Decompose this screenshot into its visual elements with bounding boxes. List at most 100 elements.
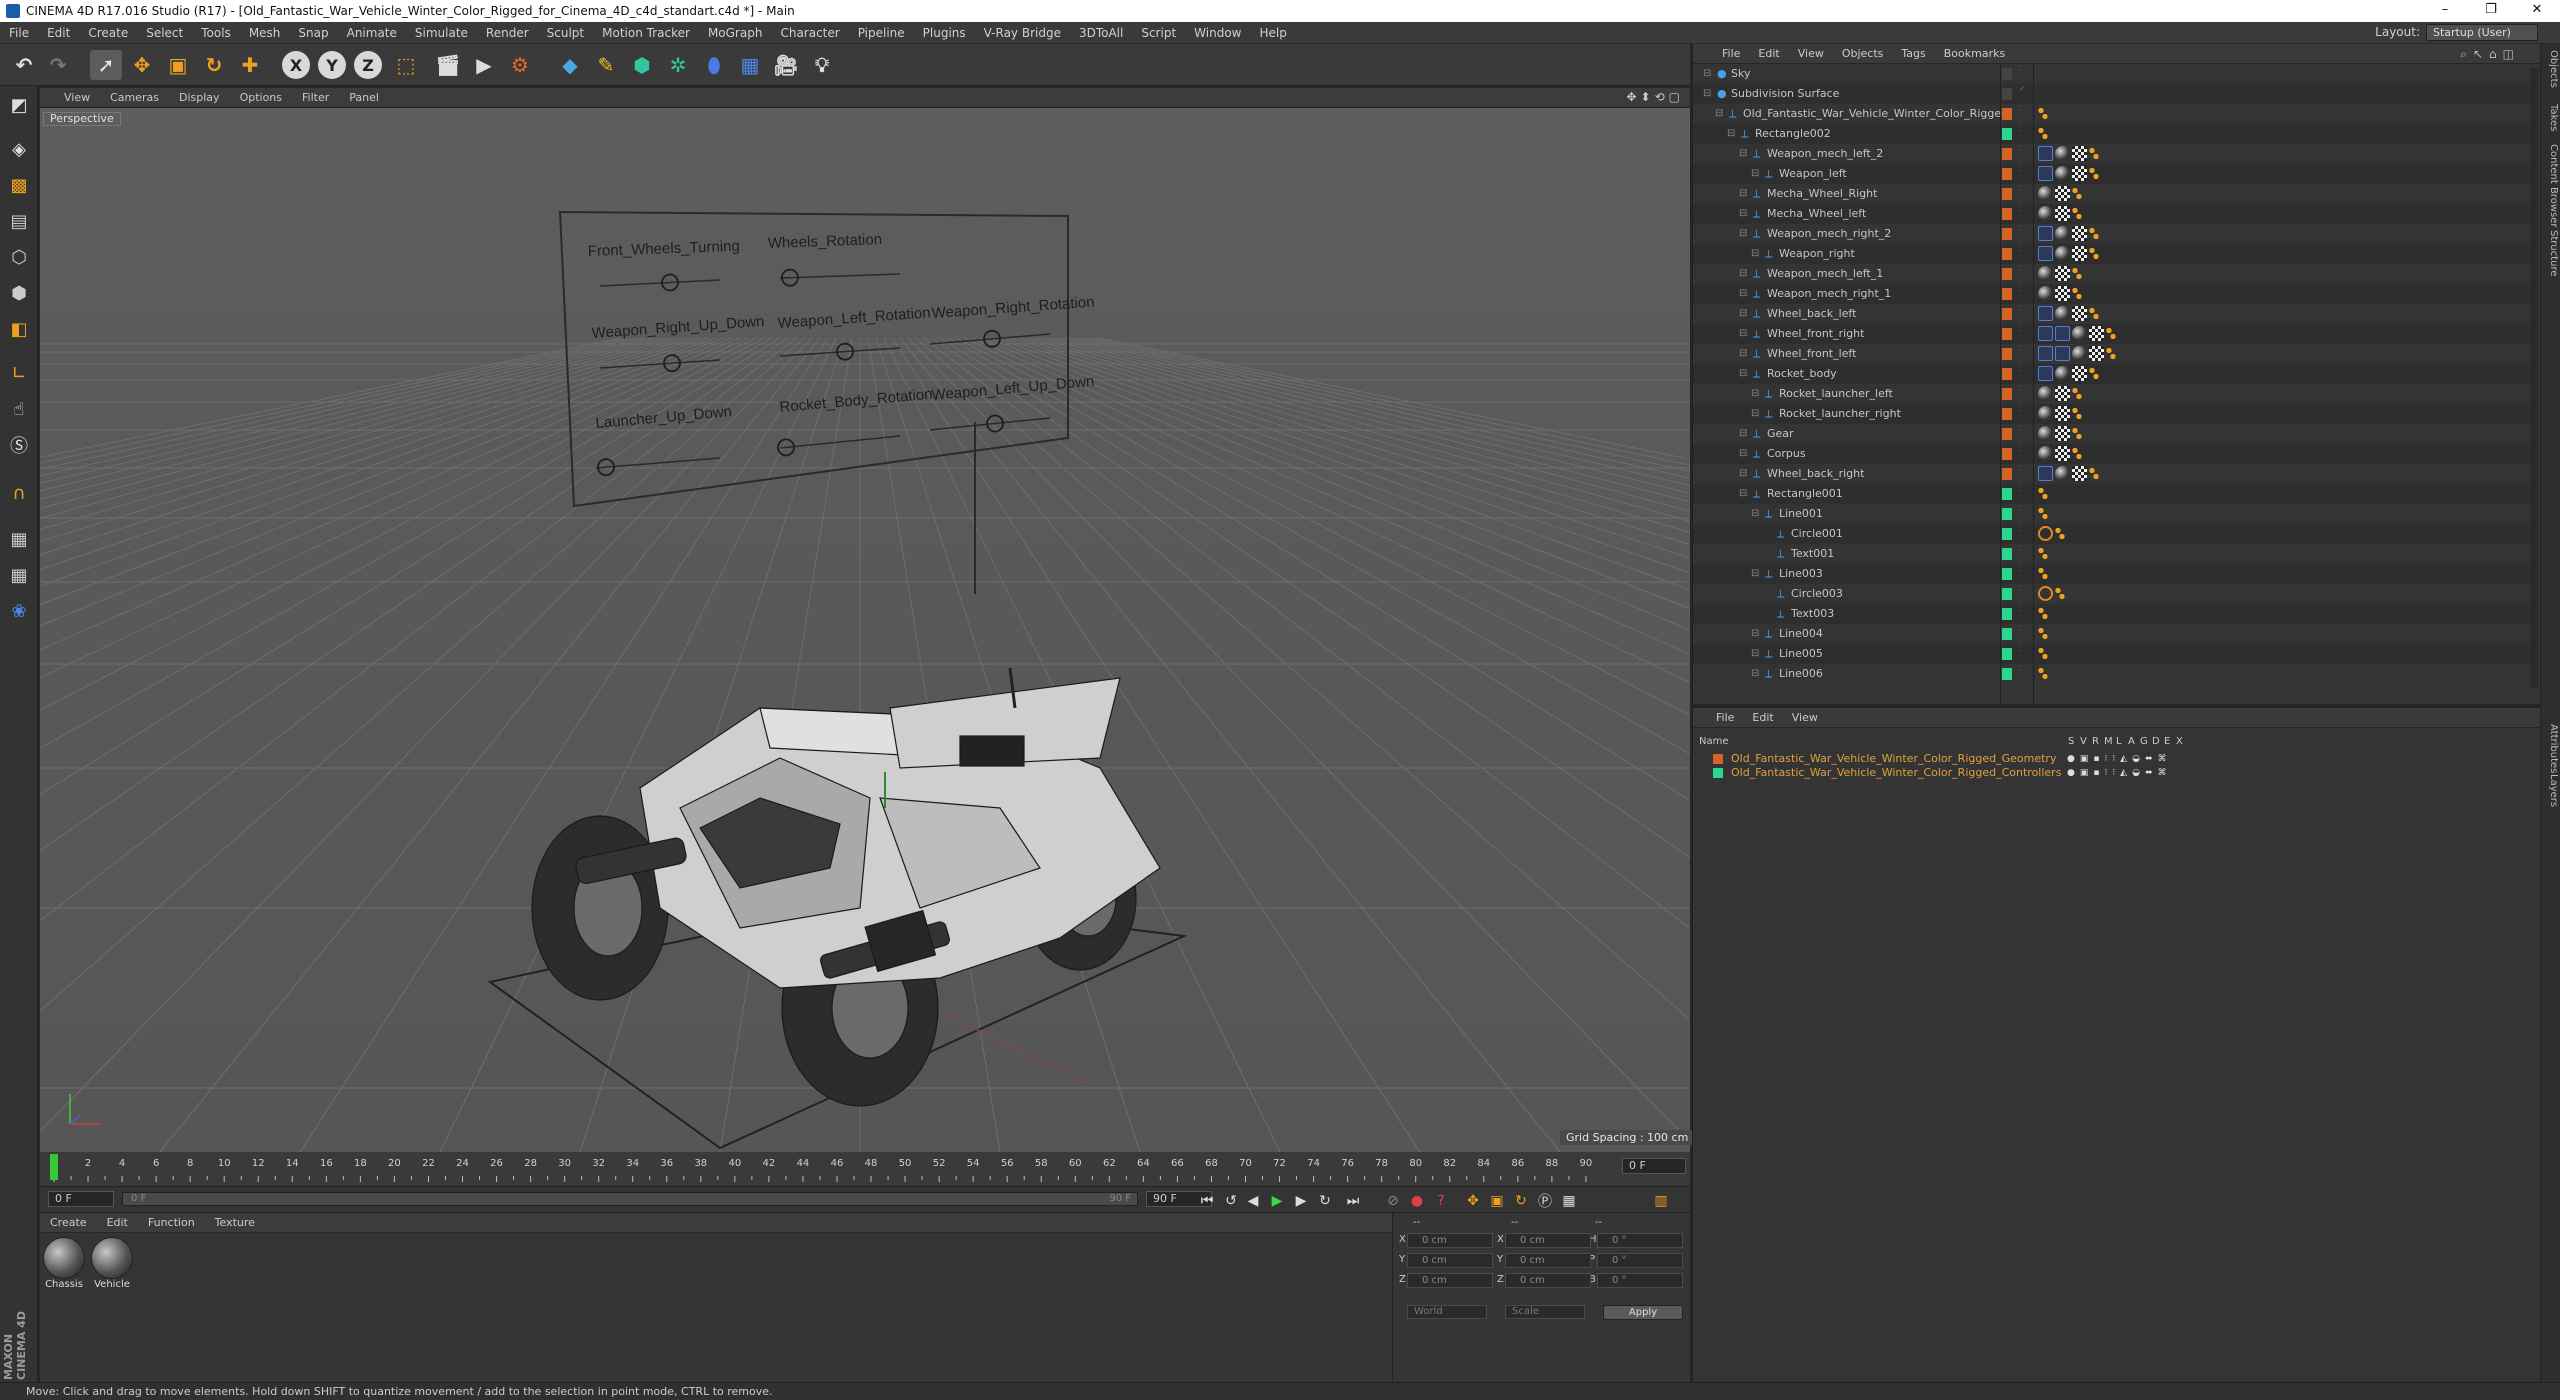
coord-value-field[interactable]: 0 °	[1597, 1233, 1683, 1248]
menu-pipeline[interactable]: Pipeline	[849, 26, 914, 40]
uvw-tag-icon[interactable]	[2072, 466, 2087, 481]
uvw-tag-icon[interactable]	[2072, 366, 2087, 381]
material-tag-icon[interactable]	[2038, 406, 2053, 421]
frame-range-slider[interactable]: 0 F 90 F	[122, 1192, 1138, 1206]
visibility-dots[interactable]: ⁚	[2019, 304, 2022, 314]
object-row[interactable]: ⊟ ⟂ Weapon_left ⁚	[1693, 164, 2529, 184]
visibility-dots[interactable]: ⁚	[2019, 424, 2022, 434]
material-tag-icon[interactable]	[2038, 206, 2053, 221]
visibility-dots[interactable]: ⁚	[2019, 404, 2022, 414]
go-to-start-icon[interactable]: ⏮	[1196, 1191, 1218, 1210]
next-frame-icon[interactable]: ▶	[1290, 1191, 1312, 1210]
uvw-tag-icon[interactable]	[2055, 286, 2070, 301]
layer-color-swatch[interactable]	[2002, 308, 2012, 320]
object-row[interactable]: ⊟ ● Sky ⁚	[1693, 64, 2529, 84]
menu-mograph[interactable]: MoGraph	[699, 26, 772, 40]
object-row[interactable]: ⊟ ⟂ Rocket_launcher_left ⁚	[1693, 384, 2529, 404]
tree-expand-icon[interactable]: ⊟	[1751, 384, 1759, 404]
layer-row[interactable]: Old_Fantastic_War_Vehicle_Winter_Color_R…	[1693, 752, 2541, 766]
protection-tag-icon[interactable]	[2038, 626, 2048, 641]
add-object-icon[interactable]: ✚	[234, 50, 266, 80]
material-tag-icon[interactable]	[2055, 246, 2070, 261]
protection-tag-icon[interactable]	[2038, 666, 2048, 681]
viewport-menu-view[interactable]: View	[54, 91, 100, 104]
menu-3dtoall[interactable]: 3DToAll	[1070, 26, 1132, 40]
object-row[interactable]: ⟂ Text003 ⁚	[1693, 604, 2529, 624]
visibility-dots[interactable]: ⁚	[2019, 324, 2022, 334]
uvw-tag-icon[interactable]	[2055, 386, 2070, 401]
protection-tag-icon[interactable]	[2038, 126, 2048, 141]
menu-plugins[interactable]: Plugins	[914, 26, 975, 40]
object-row[interactable]: ⊟ ⟂ Wheel_front_left ⁚	[1693, 344, 2529, 364]
layer-row[interactable]: Old_Fantastic_War_Vehicle_Winter_Color_R…	[1693, 766, 2541, 780]
close-button[interactable]: ✕	[2514, 0, 2560, 22]
layer-name[interactable]: Old_Fantastic_War_Vehicle_Winter_Color_R…	[1731, 752, 2056, 766]
object-row[interactable]: ⊟ ⟂ Line001 ⁚	[1693, 504, 2529, 524]
material-tag-icon[interactable]	[2055, 226, 2070, 241]
material-tag-icon[interactable]	[2038, 426, 2053, 441]
polygons-mode-icon[interactable]: ◧	[3, 314, 35, 344]
coord-value-field[interactable]: 0 cm	[1407, 1273, 1493, 1288]
menu-tools[interactable]: Tools	[192, 26, 240, 40]
key-rotation-icon[interactable]: ↻	[1510, 1191, 1532, 1210]
menu-sculpt[interactable]: Sculpt	[538, 26, 593, 40]
layer-name[interactable]: Old_Fantastic_War_Vehicle_Winter_Color_R…	[1731, 766, 2061, 780]
object-row[interactable]: ⊟ ⟂ Gear ⁚	[1693, 424, 2529, 444]
light-icon[interactable]: 💡︎	[806, 50, 838, 80]
right-tab-takes[interactable]: Takes	[2543, 104, 2559, 131]
xpresso-tag-icon[interactable]	[2038, 366, 2053, 381]
object-row[interactable]: ⊟ ⟂ Rocket_body ⁚	[1693, 364, 2529, 384]
layer-color-swatch[interactable]	[2002, 228, 2012, 240]
layer-color-swatch[interactable]	[2002, 508, 2012, 520]
uvw-tag-icon[interactable]	[2055, 426, 2070, 441]
protection-tag-icon[interactable]	[2106, 346, 2116, 361]
object-row[interactable]: ⊟ ⟂ Line005 ⁚	[1693, 644, 2529, 664]
axis-mode-icon[interactable]: ∟	[3, 358, 35, 388]
visibility-dots[interactable]: ⁚	[2019, 184, 2022, 194]
coordinate-system-icon[interactable]: ⬚	[390, 50, 422, 80]
visibility-dots[interactable]: ✓	[2019, 84, 2026, 94]
right-tab-structure[interactable]: Structure	[2543, 230, 2559, 277]
layout-select[interactable]: Startup (User)	[2426, 24, 2538, 41]
menu-script[interactable]: Script	[1132, 26, 1185, 40]
visibility-dots[interactable]: ⁚	[2019, 244, 2022, 254]
menu-file[interactable]: File	[0, 26, 38, 40]
menu-motion-tracker[interactable]: Motion Tracker	[593, 26, 699, 40]
uvw-tag-icon[interactable]	[2055, 206, 2070, 221]
object-row[interactable]: ⊟ ⟂ Weapon_mech_right_2 ⁚	[1693, 224, 2529, 244]
layer-menu-view[interactable]: View	[1783, 711, 1827, 724]
protection-tag-icon[interactable]	[2089, 166, 2099, 181]
coord-value-field[interactable]: 0 °	[1597, 1253, 1683, 1268]
tree-expand-icon[interactable]: ⊟	[1751, 624, 1759, 644]
visibility-dots[interactable]: ⁚	[2019, 204, 2022, 214]
tree-expand-icon[interactable]: ⊟	[1751, 164, 1759, 184]
right-tab-attributes[interactable]: Attributes	[2543, 724, 2559, 773]
menu-select[interactable]: Select	[137, 26, 192, 40]
tree-expand-icon[interactable]: ⊟	[1751, 404, 1759, 424]
array-icon[interactable]: ✲	[662, 50, 694, 80]
visibility-dots[interactable]: ⁚	[2019, 624, 2022, 634]
layer-menu-file[interactable]: File	[1707, 711, 1743, 724]
tree-expand-icon[interactable]: ⊟	[1739, 284, 1747, 304]
nurbs-icon[interactable]: ⬢	[626, 50, 658, 80]
play-icon[interactable]: ▶	[1266, 1191, 1288, 1210]
coord-value-field[interactable]: 0 cm	[1505, 1253, 1591, 1268]
right-tab-content-browser[interactable]: Content Browser	[2543, 144, 2559, 227]
layer-color-swatch[interactable]	[2002, 408, 2012, 420]
uvw-tag-icon[interactable]	[2072, 306, 2087, 321]
xpresso-tag-icon[interactable]	[2055, 346, 2070, 361]
start-frame-field[interactable]: 0 F	[48, 1191, 114, 1207]
tree-expand-icon[interactable]: ⊟	[1751, 244, 1759, 264]
object-row[interactable]: ⊟ ⟂ Rocket_launcher_right ⁚	[1693, 404, 2529, 424]
tree-expand-icon[interactable]: ⊟	[1739, 264, 1747, 284]
visibility-dots[interactable]: ⁚	[2019, 544, 2022, 554]
object-menu-tags[interactable]: Tags	[1892, 47, 1934, 60]
layer-color-swatch[interactable]	[2002, 428, 2012, 440]
python-icon[interactable]: ❀	[3, 596, 35, 626]
visibility-dots[interactable]: ⁚	[2019, 384, 2022, 394]
object-menu-edit[interactable]: Edit	[1749, 47, 1788, 60]
protection-tag-icon[interactable]	[2072, 266, 2082, 281]
viewport-camera-label[interactable]: Perspective	[43, 112, 121, 126]
viewport-menu-display[interactable]: Display	[169, 91, 230, 104]
object-row[interactable]: ⊟ ⟂ Line006 ⁚	[1693, 664, 2529, 684]
